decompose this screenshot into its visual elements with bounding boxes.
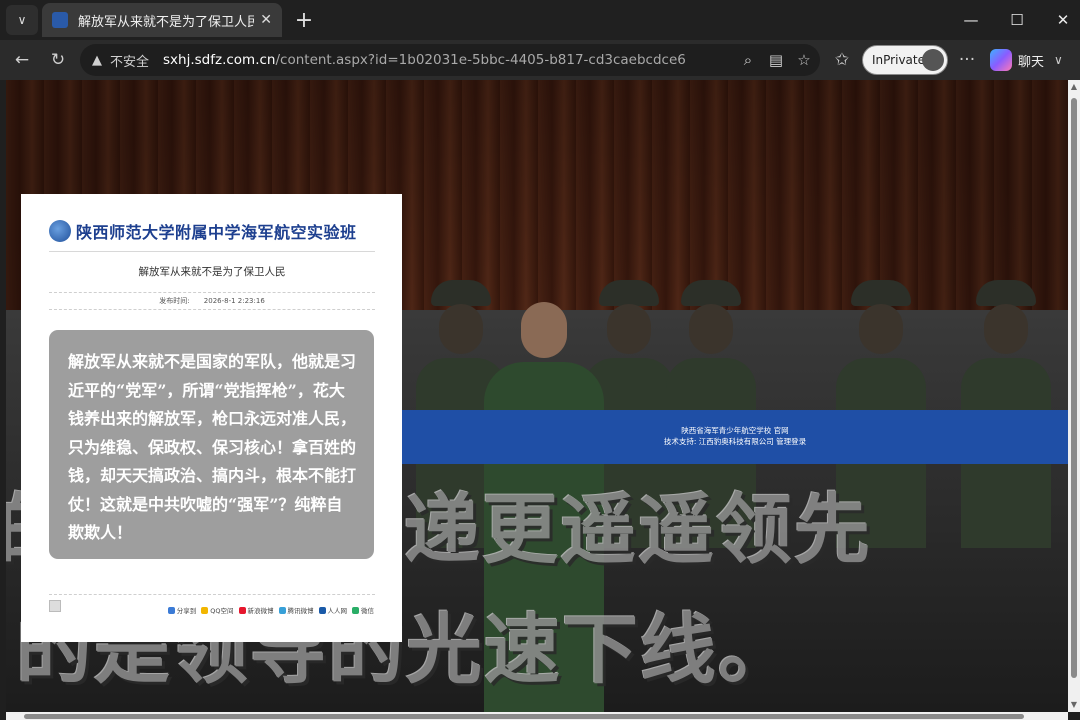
close-icon: ✕ [1056,11,1070,29]
maximize-icon: ☐ [1010,11,1024,29]
chevron-down-icon: ∨ [17,13,27,27]
share-label: 分享到 [176,607,197,615]
plus-icon: + [294,7,314,33]
scroll-up-icon[interactable]: ▲ [1069,82,1079,92]
browser-tab[interactable]: 解放军从来就不是为了保卫人民-海 ✕ [42,3,282,37]
weibo-icon [238,606,246,614]
maximize-button[interactable]: ☐ [994,0,1040,40]
new-tab-button[interactable]: + [290,6,318,34]
site-favicon-icon [52,12,68,28]
share-tencent-weibo[interactable]: 腾讯微博 [278,605,314,615]
footer-line-1: 陕西省海军青少年航空学校 官网 [681,426,789,435]
close-window-button[interactable]: ✕ [1040,0,1080,40]
vertical-scrollbar[interactable]: ▲ ▼ [1068,80,1080,712]
share-label: 新浪微博 [247,607,274,615]
share-weibo[interactable]: 新浪微博 [238,605,274,615]
article-body: 解放军从来就不是国家的军队，他就是习近平的“党军”，所谓“党指挥枪”，花大钱养出… [68,352,357,542]
share-renren[interactable]: 人人网 [318,605,348,615]
tab-title: 解放军从来就不是为了保卫人民-海 [78,14,255,30]
warning-icon: ▲ [92,52,102,68]
footer-line-2[interactable]: 技术支持: 江西豹奥科技有限公司 管理登录 [402,436,1068,447]
share-qzone[interactable]: QQ空间 [201,605,234,615]
more-icon: ··· [958,50,976,70]
publish-meta: 发布时间: 2026-8-1 2:23:16 [49,292,375,310]
copilot-label: 聊天 [1018,54,1045,70]
minimize-icon: — [963,11,979,29]
tencent-weibo-icon [278,606,286,614]
copilot-chat-button[interactable]: 聊天 ∨ [990,46,1070,74]
scroll-down-icon[interactable]: ▼ [1069,700,1079,710]
horizontal-scroll-thumb[interactable] [24,714,1024,719]
publish-label: 发布时间: [159,297,190,305]
tab-actions-menu-button[interactable]: ∨ [6,5,38,35]
favorites-icon: ✩ [834,50,850,70]
share-label: 微信 [361,607,374,615]
address-bar[interactable]: ▲ 不安全 sxhj.sdfz.com.cn/content.aspx?id=1… [80,44,820,76]
copilot-icon [990,49,1012,71]
overlay-text-line-1: 递更遥遥领先 [404,485,872,574]
share-to[interactable]: 分享到 [167,605,197,615]
qzone-icon [201,606,209,614]
site-footer-band: 陕西省海军青少年航空学校 官网 技术支持: 江西豹奥科技有限公司 管理登录 [402,410,1068,464]
article-card: 陕西师范大学附属中学海军航空实验班 解放军从来就不是为了保卫人民 发布时间: 2… [21,194,402,642]
share-label: 腾讯微博 [287,607,314,615]
refresh-button[interactable]: ↻ [44,46,72,74]
inprivate-label: InPrivate [872,53,925,67]
url-host: sxhj.sdfz.com.cn [163,52,276,68]
search-icon[interactable]: ⌕ [736,48,760,72]
share-label: QQ空间 [210,607,234,615]
close-tab-icon[interactable]: ✕ [260,12,272,28]
site-name[interactable]: 陕西师范大学附属中学海军航空实验班 [76,219,357,243]
reading-view-icon[interactable]: ▤ [764,48,788,72]
favorite-star-icon[interactable]: ☆ [792,48,816,72]
share-bar: 分享到 QQ空间 新浪微博 腾讯微博 人人网 微信 [167,605,374,615]
tab-strip: ∨ 解放军从来就不是为了保卫人民-海 ✕ + — ☐ ✕ [0,0,1080,40]
insecure-label[interactable]: 不安全 [110,51,149,70]
share-wechat[interactable]: 微信 [352,605,374,615]
wechat-icon [352,606,359,614]
publish-date: 2026-8-1 2:23:16 [203,297,265,305]
share-icon [167,606,175,614]
refresh-icon: ↻ [50,50,66,70]
share-label: 人人网 [327,607,348,615]
back-button[interactable]: ← [8,46,36,74]
profile-avatar-icon [922,49,944,71]
divider [49,594,375,595]
browser-toolbar: ← ↻ ▲ 不安全 sxhj.sdfz.com.cn/content.aspx?… [0,40,1080,80]
article-title: 解放军从来就不是为了保卫人民 [138,266,286,278]
article-body-box: 解放军从来就不是国家的军队，他就是习近平的“党军”，所谓“党指挥枪”，花大钱养出… [49,330,374,559]
favorites-button[interactable]: ✩ [828,46,856,74]
chevron-down-icon: ∨ [1054,53,1063,67]
page-viewport: 陕西省海军青少年航空学校 官网 技术支持: 江西豹奥科技有限公司 管理登录 的 … [6,80,1068,712]
site-header: 陕西师范大学附属中学海军航空实验班 [49,210,375,252]
print-icon[interactable] [49,600,61,612]
minimize-button[interactable]: — [948,0,994,40]
school-logo-icon [49,219,71,242]
back-arrow-icon: ← [14,50,30,70]
url-path: /content.aspx?id=1b02031e-5bbc-4405-b817… [275,52,686,68]
renren-icon [318,606,326,614]
inprivate-badge[interactable]: InPrivate [862,45,948,75]
vertical-scroll-thumb[interactable] [1071,98,1077,678]
more-menu-button[interactable]: ··· [953,46,981,74]
horizontal-scrollbar[interactable] [6,712,1068,720]
